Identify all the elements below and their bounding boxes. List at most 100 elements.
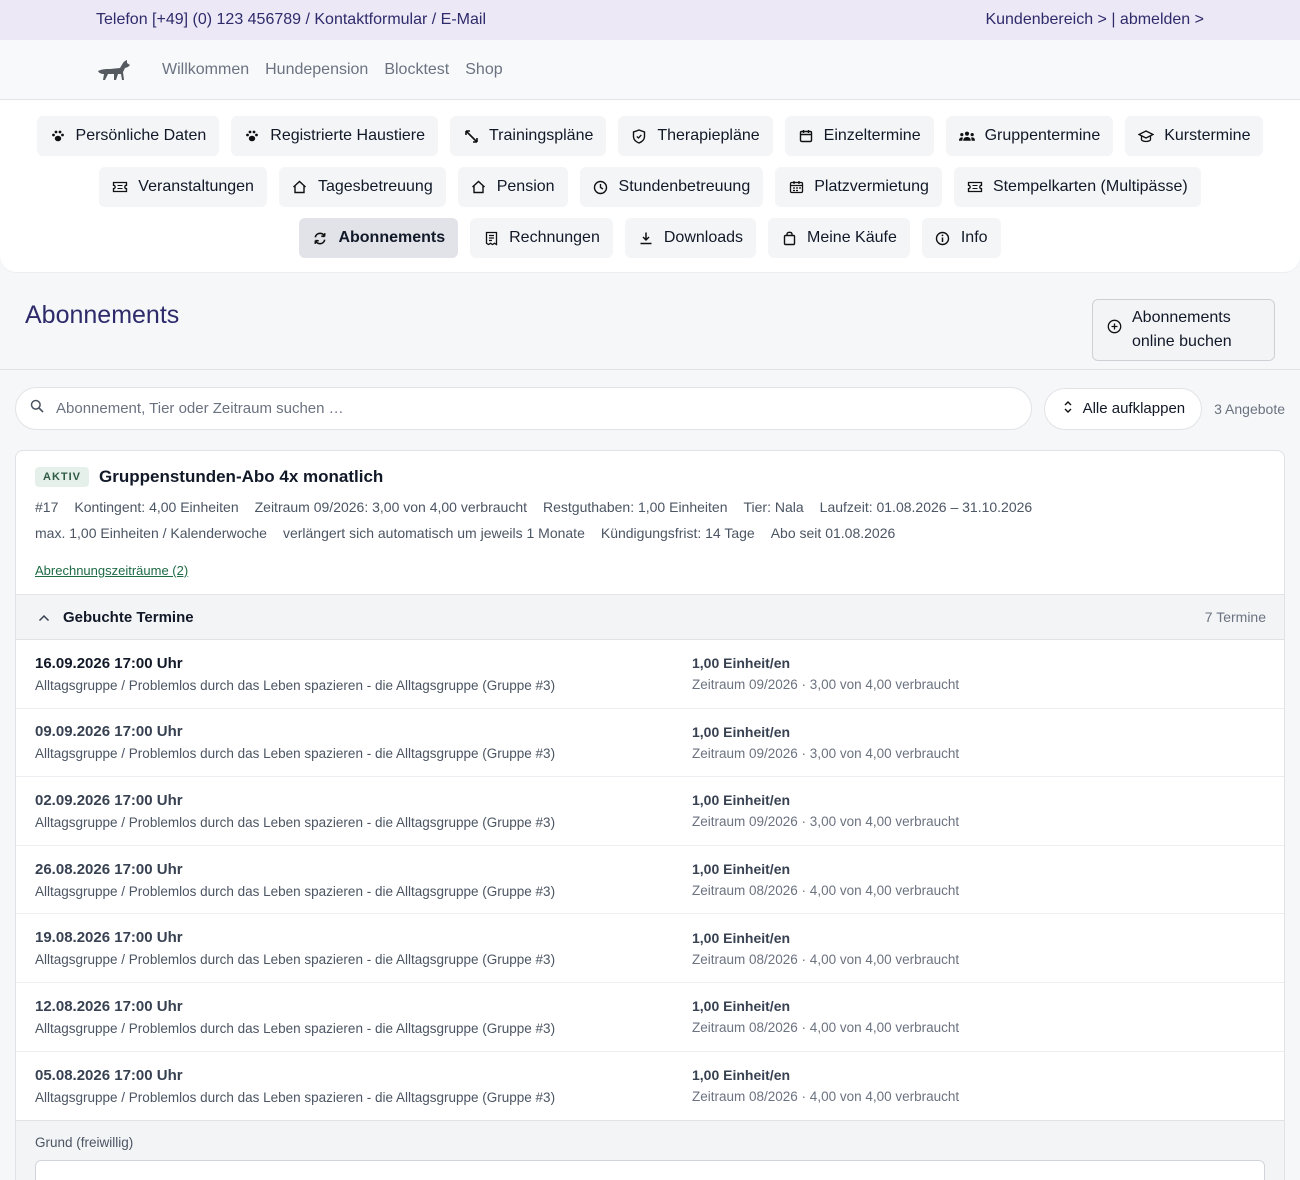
arrows-icon: [463, 128, 479, 144]
ticket-icon: [112, 179, 128, 195]
appointment-desc: Alltagsgruppe / Problemlos durch das Leb…: [35, 952, 556, 968]
menu-row-2: Veranstaltungen Tagesbetreuung Pension S…: [0, 167, 1300, 207]
subscription-meta-line-2: max. 1,00 Einheiten / Kalenderwoche verl…: [35, 525, 1265, 541]
menu-info[interactable]: Info: [921, 218, 1001, 258]
appointment-period: Zeitraum 08/2026 · 4,00 von 4,00 verbrau…: [692, 1089, 960, 1105]
meta-notice-period: Kündigungsfrist: 14 Tage: [600, 525, 755, 541]
appointment-date: 05.08.2026 17:00 Uhr: [35, 1066, 183, 1084]
chevron-up-icon: [38, 609, 50, 626]
meta-period-usage: Zeitraum 09/2026: 3,00 von 4,00 verbrauc…: [254, 499, 528, 515]
menu-gruppentermine[interactable]: Gruppentermine: [945, 116, 1114, 156]
book-button-line2: online buchen: [1132, 333, 1232, 350]
menu-label: Stempelkarten (Multipässe): [992, 178, 1188, 195]
menu-kurstermine[interactable]: Kurstermine: [1125, 116, 1264, 156]
table-row: 12.08.2026 17:00 Uhr Alltagsgruppe / Pro…: [16, 983, 1284, 1052]
menu-meine-kaeufe[interactable]: Meine Käufe: [768, 218, 910, 258]
appointment-date: 26.08.2026 17:00 Uhr: [35, 860, 183, 878]
menu-label: Registrierte Haustiere: [270, 127, 425, 144]
menu-abonnements[interactable]: Abonnements: [299, 218, 459, 258]
meta-renewal: verlängert sich automatisch um jeweils 1…: [282, 525, 585, 541]
meta-id: #17: [35, 499, 59, 515]
menu-label: Rechnungen: [509, 229, 600, 246]
appointment-units: 1,00 Einheit/en: [692, 1067, 791, 1084]
billing-periods-link[interactable]: Abrechnungszeiträume (2): [35, 563, 188, 578]
row-left: 16.09.2026 17:00 Uhr Alltagsgruppe / Pro…: [35, 655, 692, 693]
expand-all-button[interactable]: Alle aufklappen: [1043, 387, 1203, 430]
menu-label: Einzeltermine: [823, 127, 921, 144]
menu-label: Abonnements: [338, 229, 446, 246]
row-right: 1,00 Einheit/en Zeitraum 08/2026 · 4,00 …: [692, 930, 1265, 967]
meta-since: Abo seit 01.08.2026: [770, 525, 896, 541]
page-header: Abonnements Abonnements online buchen: [0, 272, 1300, 370]
table-row: 02.09.2026 17:00 Uhr Alltagsgruppe / Pro…: [16, 777, 1284, 846]
plus-circle-icon: [1107, 318, 1122, 342]
booked-appointments-toggle[interactable]: Gebuchte Termine 7 Termine: [16, 594, 1284, 640]
subscription-card: AKTIV Gruppenstunden-Abo 4x monatlich #1…: [15, 450, 1285, 1180]
status-badge: AKTIV: [35, 467, 89, 487]
row-right: 1,00 Einheit/en Zeitraum 08/2026 · 4,00 …: [692, 861, 1265, 898]
search-row: Alle aufklappen 3 Angebote: [0, 370, 1300, 430]
reason-input[interactable]: [35, 1160, 1265, 1180]
paw-icon: [50, 128, 66, 144]
menu-einzeltermine[interactable]: Einzeltermine: [784, 116, 934, 156]
appointment-desc: Alltagsgruppe / Problemlos durch das Leb…: [35, 883, 556, 899]
menu-rechnungen[interactable]: Rechnungen: [470, 218, 613, 258]
appointment-period: Zeitraum 08/2026 · 4,00 von 4,00 verbrau…: [692, 883, 960, 899]
menu-label: Persönliche Daten: [75, 127, 207, 144]
nav-link-shop[interactable]: Shop: [465, 61, 502, 79]
booked-count: 7 Termine: [1204, 609, 1266, 625]
appointment-date: 12.08.2026 17:00 Uhr: [35, 997, 183, 1015]
menu-label: Gruppentermine: [984, 127, 1101, 144]
menu-tagesbetreuung[interactable]: Tagesbetreuung: [278, 167, 446, 207]
appointment-units: 1,00 Einheit/en: [692, 861, 791, 878]
table-row: 05.08.2026 17:00 Uhr Alltagsgruppe / Pro…: [16, 1052, 1284, 1121]
account-links[interactable]: Kundenbereich > | abmelden >: [985, 11, 1204, 29]
subscription-title: Gruppenstunden-Abo 4x monatlich: [99, 467, 384, 486]
offer-count: 3 Angebote: [1214, 400, 1285, 417]
search-input[interactable]: [56, 400, 1017, 417]
info-icon: [935, 230, 951, 246]
menu-veranstaltungen[interactable]: Veranstaltungen: [99, 167, 267, 207]
search-box: [15, 387, 1032, 430]
house-icon: [471, 179, 487, 195]
chevron-up-down-icon: [1063, 400, 1073, 418]
appointment-date: 02.09.2026 17:00 Uhr: [35, 791, 183, 809]
row-left: 26.08.2026 17:00 Uhr Alltagsgruppe / Pro…: [35, 861, 692, 899]
contact-links[interactable]: Telefon [+49] (0) 123 456789 / Kontaktfo…: [96, 11, 486, 29]
appointment-period: Zeitraum 08/2026 · 4,00 von 4,00 verbrau…: [692, 951, 960, 967]
appointment-desc: Alltagsgruppe / Problemlos durch das Leb…: [35, 814, 556, 830]
appointment-units: 1,00 Einheit/en: [692, 655, 791, 672]
shield-icon: [631, 128, 647, 144]
row-left: 12.08.2026 17:00 Uhr Alltagsgruppe / Pro…: [35, 998, 692, 1036]
graduation-cap-icon: [1138, 128, 1155, 144]
menu-stempelkarten[interactable]: Stempelkarten (Multipässe): [953, 167, 1201, 207]
menu-downloads[interactable]: Downloads: [624, 218, 757, 258]
booked-title-group: Gebuchte Termine: [38, 609, 194, 626]
meta-max-per-week: max. 1,00 Einheiten / Kalenderwoche: [35, 525, 267, 541]
subscription-title-line: AKTIV Gruppenstunden-Abo 4x monatlich: [35, 467, 1265, 487]
book-subscriptions-button[interactable]: Abonnements online buchen: [1092, 299, 1275, 361]
bag-icon: [781, 230, 797, 246]
nav-link-willkommen[interactable]: Willkommen: [162, 61, 249, 79]
appointment-desc: Alltagsgruppe / Problemlos durch das Leb…: [35, 746, 556, 762]
row-right: 1,00 Einheit/en Zeitraum 08/2026 · 4,00 …: [692, 1067, 1265, 1104]
row-left: 02.09.2026 17:00 Uhr Alltagsgruppe / Pro…: [35, 792, 692, 830]
subscription-header: AKTIV Gruppenstunden-Abo 4x monatlich #1…: [16, 451, 1284, 594]
row-right: 1,00 Einheit/en Zeitraum 08/2026 · 4,00 …: [692, 998, 1265, 1035]
menu-persoenliche-daten[interactable]: Persönliche Daten: [36, 116, 220, 156]
menu-label: Platzvermietung: [814, 178, 929, 195]
menu-label: Stundenbetreuung: [618, 178, 751, 195]
nav-link-blocktest[interactable]: Blocktest: [384, 61, 449, 79]
menu-trainingsplaene[interactable]: Trainingspläne: [450, 116, 607, 156]
menu-pension[interactable]: Pension: [457, 167, 568, 207]
menu-platzvermietung[interactable]: Platzvermietung: [775, 167, 942, 207]
calendar-icon: [798, 128, 814, 144]
table-row: 16.09.2026 17:00 Uhr Alltagsgruppe / Pro…: [16, 640, 1284, 709]
menu-therapieplaene[interactable]: Therapiepläne: [618, 116, 773, 156]
nav-link-hundepension[interactable]: Hundepension: [265, 61, 368, 79]
menu-stundenbetreuung[interactable]: Stundenbetreuung: [579, 167, 764, 207]
row-right: 1,00 Einheit/en Zeitraum 09/2026 · 3,00 …: [692, 724, 1265, 761]
table-row: 09.09.2026 17:00 Uhr Alltagsgruppe / Pro…: [16, 709, 1284, 778]
menu-registrierte-haustiere[interactable]: Registrierte Haustiere: [231, 116, 438, 156]
dog-silhouette-icon[interactable]: [96, 56, 132, 84]
